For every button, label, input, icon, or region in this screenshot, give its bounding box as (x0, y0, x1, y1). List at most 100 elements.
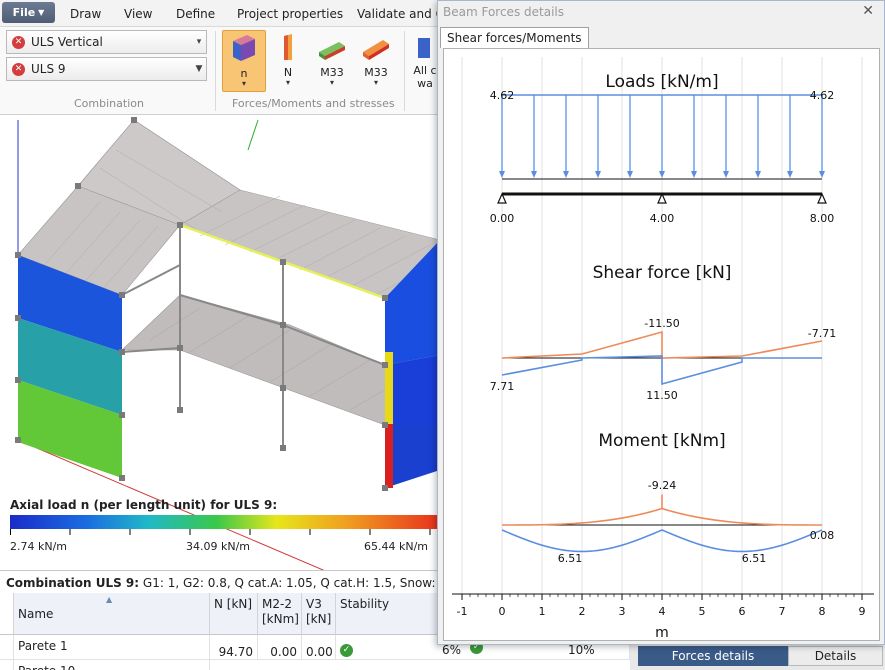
x-tick-label: 1 (539, 605, 546, 618)
row-selector[interactable] (0, 635, 14, 660)
shear-label-max: -11.50 (644, 317, 679, 330)
beam-forces-window: Beam Forces details ✕ Shear forces/Momen… (437, 0, 885, 645)
moment-label-left: 6.51 (558, 552, 583, 565)
cell-name: Parete 10 (14, 660, 210, 670)
combination-description: Combination ULS 9: G1: 1, G2: 0.8, Q cat… (6, 576, 436, 590)
beam-moment-icon (319, 42, 345, 60)
tab-shear-moments[interactable]: Shear forces/Moments (440, 27, 589, 48)
forces-caption: Forces/Moments and stresses (232, 97, 395, 110)
axial-load-n-button[interactable]: n ▾ (222, 30, 266, 92)
chevron-down-icon: ▼ (195, 64, 203, 74)
support-label: 0.00 (490, 212, 515, 225)
menu-draw[interactable]: Draw (70, 7, 101, 21)
load-arrowhead (595, 171, 601, 178)
load-arrowhead (659, 171, 665, 178)
x-tick-label: -1 (457, 605, 468, 618)
tab-details[interactable]: Details (788, 646, 883, 666)
chevron-down-icon: ▾ (241, 79, 246, 88)
chevron-down-icon: ▾ (196, 37, 202, 47)
x-tick-label: 2 (579, 605, 586, 618)
stability-percent: 6% (442, 643, 462, 657)
moment-m33-button[interactable]: M33 ▾ (310, 30, 354, 92)
all-combinations-button[interactable]: All c wa (410, 30, 440, 92)
app-window: File ▼ Draw View Define Project properti… (0, 0, 885, 670)
load-combination-group-select[interactable]: ✕ ULS Vertical ▾ (6, 30, 207, 54)
cell-n: 94.70 (210, 635, 258, 660)
x-tick-label: 9 (859, 605, 866, 618)
tab-forces-details[interactable]: Forces details (638, 646, 788, 666)
cell-v3: 0.00 (302, 635, 336, 660)
shear-series-line (501, 355, 822, 386)
cell-name: Parete 1 (14, 635, 210, 660)
load-arrowhead (531, 171, 537, 178)
combo-value: ULS 9 (31, 62, 66, 76)
error-icon: ✕ (12, 35, 25, 49)
load-arrowhead (787, 171, 793, 178)
row-header-spacer (0, 593, 14, 635)
load-arrowhead (723, 171, 729, 178)
shear-label-left: 7.71 (490, 380, 515, 393)
load-arrowhead (755, 171, 761, 178)
x-axis-label: m (655, 625, 669, 641)
beam-stress-icon (363, 40, 389, 60)
file-menu-button[interactable]: File ▼ (2, 2, 55, 23)
column-header-n[interactable]: N [kN] (210, 593, 258, 635)
load-arrowhead (691, 171, 697, 178)
button-label: wa (417, 77, 433, 90)
combinations-icon (418, 38, 430, 58)
x-tick-label: 5 (699, 605, 706, 618)
force-diagrams: Loads [kN/m] 4.62 4.62 0.00 4.00 8.00 Shear fo… (452, 57, 874, 641)
legend-ticks (10, 529, 431, 535)
column-header-v3[interactable]: V3 [kN] (302, 593, 336, 635)
column-force-icon (284, 34, 292, 60)
moment-label-end: 0.08 (810, 529, 835, 542)
menu-define[interactable]: Define (176, 7, 215, 21)
x-tick-label: 0 (499, 605, 506, 618)
combination-factors: G1: 1, G2: 0.8, Q cat.A: 1.05, Q cat.H: … (142, 576, 436, 590)
x-tick-label: 3 (619, 605, 626, 618)
load-combination-select[interactable]: ✕ ULS 9 ▼ (6, 57, 207, 81)
menu-view[interactable]: View (124, 7, 152, 21)
chevron-down-icon: ▾ (285, 78, 290, 87)
moment-label-right: 6.51 (742, 552, 767, 565)
support-label: 8.00 (810, 212, 835, 225)
diagram-area: Loads [kN/m] 4.62 4.62 0.00 4.00 8.00 Shear fo… (443, 48, 880, 641)
sort-ascending-icon: ▲ (106, 595, 113, 604)
x-tick-label: 4 (659, 605, 666, 618)
row-selector[interactable] (0, 660, 14, 670)
combo-value: ULS Vertical (31, 35, 103, 49)
legend-max-value: 65.44 kN/m (364, 540, 429, 553)
moment-label-max: -9.24 (648, 479, 676, 492)
separator (404, 31, 405, 111)
menu-project-properties[interactable]: Project properties (237, 7, 343, 21)
axial-force-N-button[interactable]: N ▾ (266, 30, 310, 92)
moment-m33-stress-button[interactable]: M33 ▾ (354, 30, 398, 92)
load-arrowhead (563, 171, 569, 178)
x-tick-label: 6 (739, 605, 746, 618)
combination-label: Combination ULS 9: (6, 576, 140, 590)
chevron-down-icon: ▼ (38, 8, 45, 17)
legend-title: Axial load n (per length unit) for ULS 9… (10, 498, 278, 512)
support-label: 4.00 (650, 212, 675, 225)
shear-label-right: -7.71 (808, 327, 836, 340)
combination-caption: Combination (74, 97, 144, 110)
x-tick-label: 8 (819, 605, 826, 618)
loads-title: Loads [kN/m] (605, 72, 718, 92)
shear-series-line (501, 330, 823, 359)
load-left-value: 4.62 (490, 89, 515, 102)
legend-mid-value: 34.09 kN/m (186, 540, 251, 553)
separator (215, 31, 216, 111)
column-header-name[interactable]: Name ▲ (14, 593, 210, 635)
chevron-down-icon: ▾ (373, 78, 378, 87)
load-arrowhead (627, 171, 633, 178)
load-right-value: 4.62 (810, 89, 835, 102)
close-icon[interactable]: ✕ (862, 3, 874, 19)
chevron-down-icon: ▾ (329, 78, 334, 87)
column-header-m22[interactable]: M2-2 [kNm] (258, 593, 302, 635)
surface-stress-icon (233, 35, 255, 61)
header-label: Name (18, 607, 54, 621)
moment-title: Moment [kNm] (598, 431, 725, 451)
ribbon: ✕ ULS Vertical ▾ ✕ ULS 9 ▼ Combination n… (0, 27, 440, 115)
load-arrowhead (499, 171, 505, 178)
color-scale-bar (10, 515, 440, 529)
